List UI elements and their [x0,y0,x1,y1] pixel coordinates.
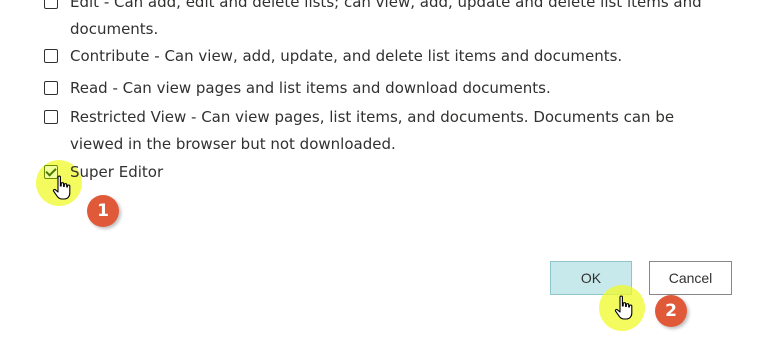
step-badge-1: 1 [87,195,119,227]
permission-restricted-view-label: Restricted View - Can view pages, list i… [70,108,675,153]
checkbox-read[interactable] [44,81,58,95]
permission-edit-label: Edit - Can add, edit and delete lists; c… [70,0,702,38]
cancel-button[interactable]: Cancel [649,261,732,295]
checkbox-edit[interactable] [44,0,58,9]
hand-pointer-icon [52,175,71,200]
permission-edit: Edit - Can add, edit and delete lists; c… [44,0,724,43]
checkbox-contribute[interactable] [44,49,58,63]
permission-super-editor: Super Editor [44,159,724,186]
checkbox-restricted-view[interactable] [44,110,58,124]
step-badge-2: 2 [655,295,687,327]
permission-read-label: Read - Can view pages and list items and… [70,79,551,97]
permission-super-editor-label: Super Editor [70,163,164,181]
permission-contribute: Contribute - Can view, add, update, and … [44,43,724,70]
permission-contribute-label: Contribute - Can view, add, update, and … [70,47,623,65]
permission-read: Read - Can view pages and list items and… [44,75,724,102]
permission-restricted-view: Restricted View - Can view pages, list i… [44,104,724,158]
hand-pointer-icon [614,295,633,320]
